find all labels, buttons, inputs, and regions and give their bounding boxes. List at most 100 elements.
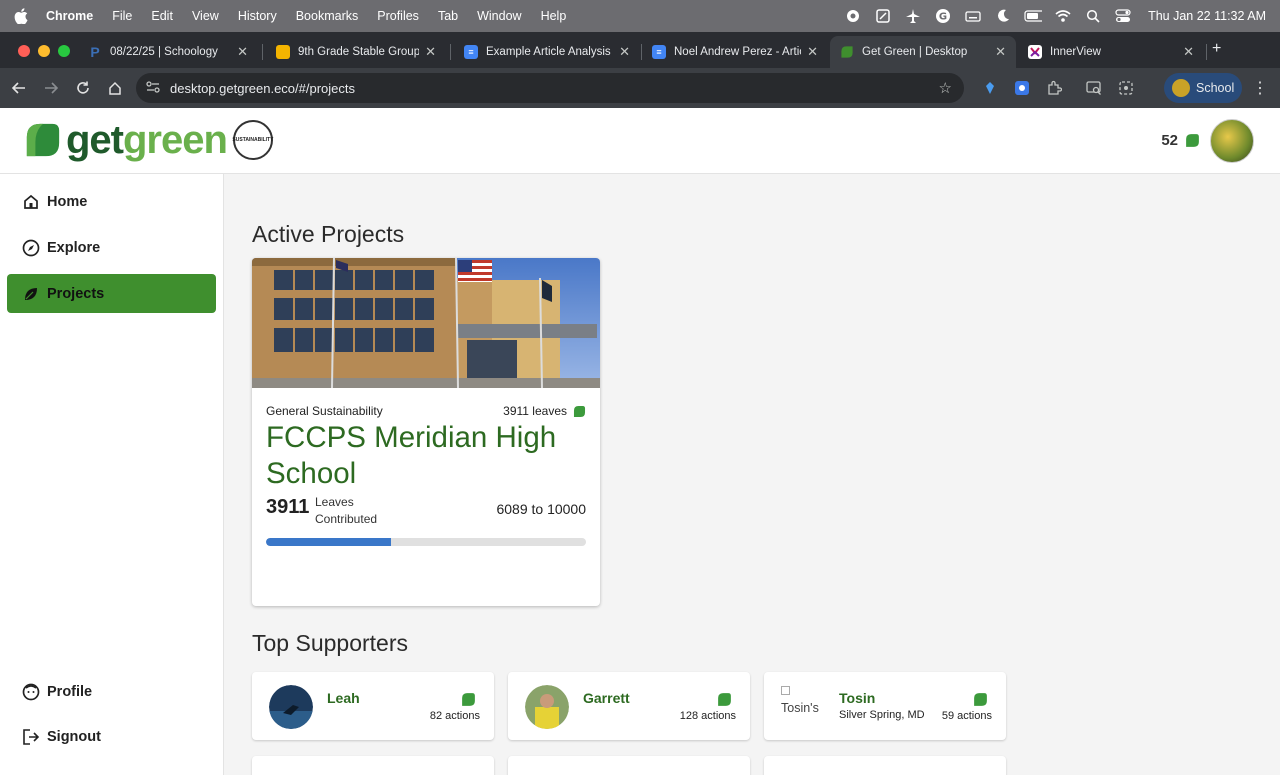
leaf-points: 52 <box>1161 132 1200 149</box>
keyboard-tray-icon[interactable] <box>964 7 982 25</box>
face-icon <box>22 683 40 701</box>
close-tab-icon[interactable]: ✕ <box>425 44 436 60</box>
supporter-card-partial[interactable] <box>764 756 1006 775</box>
sidebar-item-projects[interactable]: Projects <box>7 274 216 313</box>
menu-help[interactable]: Help <box>541 9 567 23</box>
apple-logo-icon[interactable] <box>14 8 36 24</box>
progress-fill <box>266 538 392 546</box>
supporter-card[interactable]: Tosin's Tosin Silver Spring, MD 59 actio… <box>764 672 1006 740</box>
project-title[interactable]: FCCPS Meridian High School <box>266 420 586 492</box>
tab-innerview[interactable]: InnerView ✕ <box>1018 36 1204 68</box>
main-content: Active Projects General Sustainability 3… <box>224 174 1280 775</box>
spotlight-search-icon[interactable] <box>1084 7 1102 25</box>
more-menu-icon[interactable]: ⋮ <box>1252 78 1268 98</box>
menu-view[interactable]: View <box>192 9 219 23</box>
supporter-card[interactable]: Garrett 128 actions <box>508 672 750 740</box>
supporter-card[interactable]: Leah 82 actions <box>252 672 494 740</box>
points-value: 52 <box>1161 132 1178 149</box>
zoom-window-button[interactable] <box>58 45 70 57</box>
menu-tab[interactable]: Tab <box>438 9 458 23</box>
avatar-alt-text: Tosin's <box>781 701 819 715</box>
menu-file[interactable]: File <box>112 9 132 23</box>
moon-icon[interactable] <box>994 7 1012 25</box>
menu-window[interactable]: Window <box>477 9 521 23</box>
supporter-card-partial[interactable] <box>508 756 750 775</box>
window-controls <box>18 45 70 57</box>
reload-icon[interactable] <box>67 72 99 104</box>
menubar-clock[interactable]: Thu Jan 22 11:32 AM <box>1148 9 1266 23</box>
tab-title: Example Article Analysis <box>486 46 611 58</box>
profile-button[interactable]: School <box>1164 73 1242 103</box>
menu-app-name[interactable]: Chrome <box>46 9 93 23</box>
sidebar-item-home[interactable]: Home <box>7 182 216 221</box>
supporter-name: Tosin <box>839 690 876 706</box>
minimize-window-button[interactable] <box>38 45 50 57</box>
supporter-card-partial[interactable] <box>252 756 494 775</box>
leaves-contributed-value: 3911 <box>266 496 310 518</box>
airplane-tray-icon[interactable] <box>904 7 922 25</box>
forward-arrow-icon[interactable] <box>35 72 67 104</box>
menu-profiles[interactable]: Profiles <box>377 9 419 23</box>
sustainability-seal: SUSTAINABILITY <box>232 120 274 160</box>
sidebar-item-explore[interactable]: Explore <box>7 228 216 267</box>
broken-image-icon <box>781 686 790 695</box>
sidebar-item-signout[interactable]: Signout <box>7 717 216 756</box>
tab-getgreen[interactable]: Get Green | Desktop ✕ <box>830 36 1016 68</box>
battery-icon[interactable] <box>1024 7 1043 25</box>
map-tray-icon[interactable] <box>874 7 892 25</box>
leaf-icon <box>22 285 40 303</box>
slides-icon <box>276 45 290 59</box>
broken-avatar-image: Tosin's <box>781 686 825 728</box>
getgreen-logo[interactable]: getgreen SUSTAINABILITY <box>24 120 273 160</box>
screenshot-icon[interactable] <box>1112 72 1140 104</box>
wifi-icon[interactable] <box>1054 7 1072 25</box>
supporter-actions: 59 actions <box>941 710 992 722</box>
tab-separator <box>262 44 263 60</box>
menu-edit[interactable]: Edit <box>151 9 173 23</box>
sidebar-item-label: Home <box>47 193 88 210</box>
tab-schoology[interactable]: P 08/22/25 | Schoology ✕ <box>78 36 258 68</box>
supporter-avatar <box>525 685 569 729</box>
tab-separator <box>450 44 451 60</box>
close-tab-icon[interactable]: ✕ <box>995 44 1006 60</box>
compass-icon <box>22 239 40 257</box>
getgreen-icon <box>840 45 854 59</box>
bookmark-star-icon[interactable]: ☆ <box>939 79 952 97</box>
docs-icon: ≡ <box>652 45 666 59</box>
web-page: getgreen SUSTAINABILITY 52 Home Explore … <box>0 108 1280 775</box>
diamond-extension-icon[interactable] <box>976 72 1004 104</box>
browser-tab-strip: P 08/22/25 | Schoology ✕ 9th Grade Stabl… <box>0 32 1280 68</box>
logo-part-green: green <box>123 118 228 162</box>
close-tab-icon[interactable]: ✕ <box>619 44 630 60</box>
sidebar-item-profile[interactable]: Profile <box>7 672 216 711</box>
tab-docs-example[interactable]: ≡ Example Article Analysis ✕ <box>454 36 640 68</box>
grammarly-tray-icon[interactable]: G <box>934 7 952 25</box>
puzzle-extensions-icon[interactable] <box>1040 72 1068 104</box>
close-window-button[interactable] <box>18 45 30 57</box>
leaf-icon <box>573 405 586 417</box>
sidebar-item-label: Explore <box>47 239 101 256</box>
new-tab-icon[interactable]: + <box>1212 40 1221 58</box>
site-settings-icon[interactable] <box>146 80 162 96</box>
project-card[interactable]: General Sustainability 3911 leaves FCCPS… <box>252 258 600 606</box>
home-button-icon[interactable] <box>99 72 131 104</box>
close-tab-icon[interactable]: ✕ <box>1183 44 1194 60</box>
tab-docs-noel[interactable]: ≡ Noel Andrew Perez - Artic ✕ <box>642 36 828 68</box>
sidebar-item-label: Projects <box>47 285 105 302</box>
blue-extension-icon[interactable] <box>1008 72 1036 104</box>
seal-text: SUSTAINABILITY <box>232 137 274 143</box>
extension-tray-icon[interactable] <box>844 7 862 25</box>
svg-text:G: G <box>939 12 947 23</box>
close-tab-icon[interactable]: ✕ <box>807 44 818 60</box>
sidebar-item-label: Signout <box>47 728 101 745</box>
user-avatar[interactable] <box>1210 119 1254 163</box>
tab-separator <box>1206 44 1207 60</box>
control-center-icon[interactable] <box>1114 7 1132 25</box>
menu-bookmarks[interactable]: Bookmarks <box>296 9 359 23</box>
back-arrow-icon[interactable] <box>3 72 35 104</box>
tab-slides[interactable]: 9th Grade Stable Group 9 ✕ <box>266 36 446 68</box>
menu-history[interactable]: History <box>238 9 277 23</box>
tab-search-icon[interactable] <box>1080 72 1108 104</box>
close-tab-icon[interactable]: ✕ <box>237 44 248 60</box>
address-bar[interactable]: desktop.getgreen.eco/#/projects ☆ <box>136 73 964 103</box>
